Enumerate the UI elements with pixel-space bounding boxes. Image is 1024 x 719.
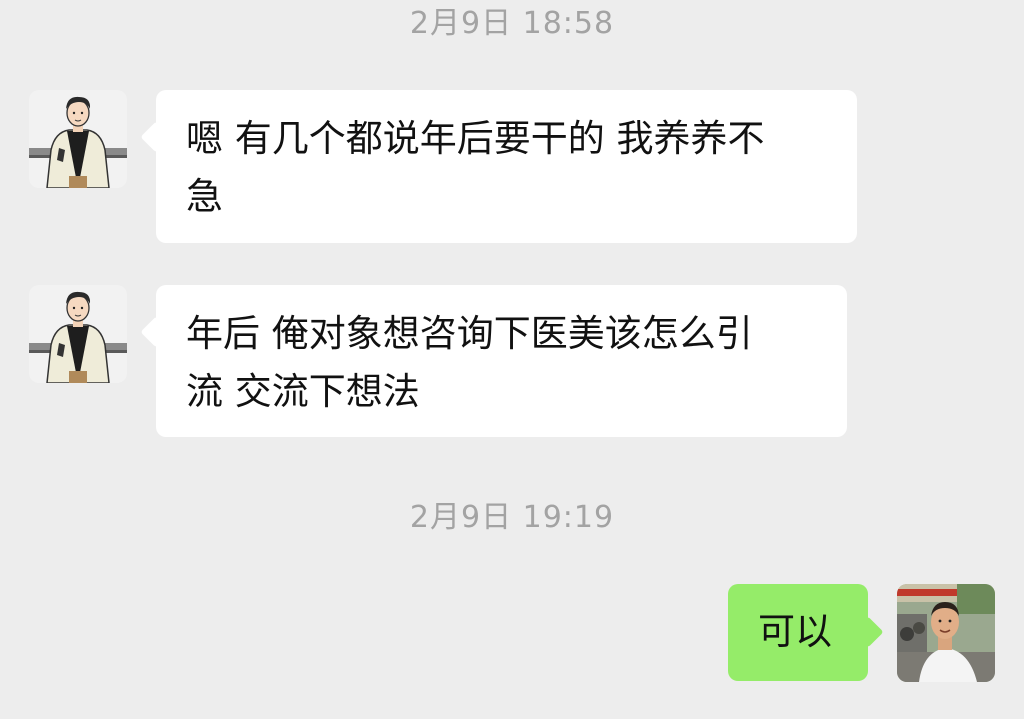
timestamp-2: 2月9日 19:19: [409, 500, 615, 535]
contact-avatar[interactable]: [29, 285, 127, 383]
my-avatar[interactable]: [897, 584, 995, 682]
message-text: 可以: [758, 610, 832, 653]
message-bubble-outgoing[interactable]: 可以: [728, 584, 868, 681]
message-text: 年后 俺对象想咨询下医美该怎么引 流 交流下想法: [186, 312, 753, 413]
message-text: 嗯 有几个都说年后要干的 我养养不 急: [186, 117, 765, 218]
message-bubble-incoming[interactable]: 年后 俺对象想咨询下医美该怎么引 流 交流下想法: [156, 285, 847, 437]
cartoon-man-avatar-icon: [29, 90, 127, 188]
contact-avatar[interactable]: [29, 90, 127, 188]
cartoon-man-avatar-icon: [29, 285, 127, 383]
timestamp-1: 2月9日 18:58: [409, 6, 615, 41]
photo-man-avatar-icon: [897, 584, 995, 682]
message-bubble-incoming[interactable]: 嗯 有几个都说年后要干的 我养养不 急: [156, 90, 857, 243]
